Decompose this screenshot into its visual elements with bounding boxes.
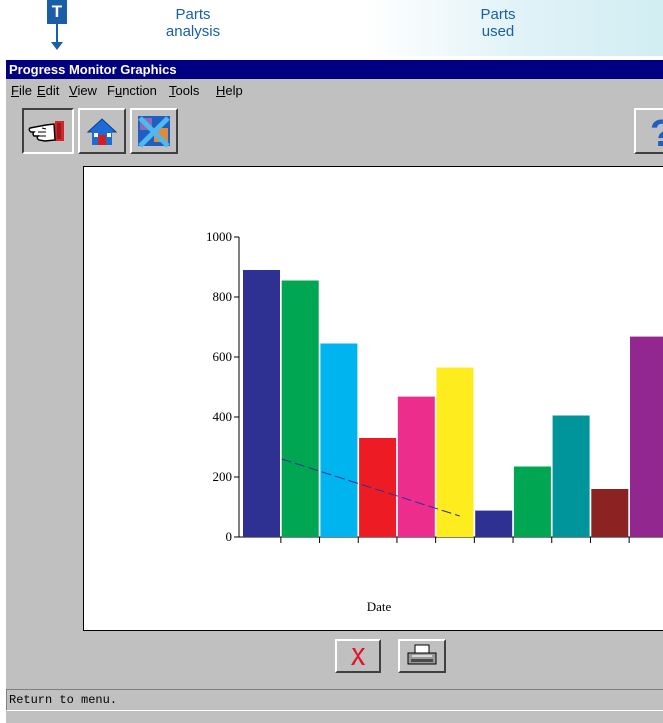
pointing-hand-icon xyxy=(28,121,64,142)
annotation-parts-analysis-line-2: analysis xyxy=(165,23,221,40)
disabled-function-button[interactable] xyxy=(130,108,178,154)
chart-bar xyxy=(591,489,629,537)
annotation-parts-used-line-1: Parts xyxy=(480,6,516,23)
home-button[interactable] xyxy=(78,108,126,154)
menu-edit-rest: dit xyxy=(45,83,60,98)
chart-bar xyxy=(243,270,280,537)
status-bar: Return to menu. xyxy=(6,689,663,711)
menu-file[interactable]: File xyxy=(11,81,32,101)
print-button[interactable] xyxy=(398,639,446,673)
menu-function-rest: nction xyxy=(122,83,157,98)
y-tick-label: 1000 xyxy=(206,229,232,244)
y-tick-label: 400 xyxy=(213,409,233,424)
menu-help-rest: elp xyxy=(225,83,243,98)
tool-marker: T xyxy=(47,0,67,24)
down-arrow-icon xyxy=(51,42,63,50)
cancel-x-icon xyxy=(351,648,365,665)
svg-text:?: ? xyxy=(650,113,663,152)
marker-arrow-line xyxy=(56,24,58,44)
menu-bar: File Edit View Function Tools Help xyxy=(6,81,663,101)
menu-view[interactable]: View xyxy=(69,81,97,101)
help-icon: ? xyxy=(650,113,663,152)
chart-bar xyxy=(630,336,663,537)
menu-file-mnemonic: F xyxy=(11,83,19,98)
annotation-parts-analysis-line-1: Parts xyxy=(175,6,211,23)
menu-tools[interactable]: Tools xyxy=(169,81,199,101)
x-axis-label: Date xyxy=(367,599,392,614)
no-function-icon xyxy=(138,116,170,148)
chart-panel: 0 200 400 600 800 1000 Date xyxy=(83,166,663,631)
menu-help[interactable]: Help xyxy=(216,81,243,101)
chart-bar xyxy=(475,510,513,537)
menu-edit-mnemonic: E xyxy=(37,83,46,98)
y-tick-label: 600 xyxy=(213,349,233,364)
chart-bar xyxy=(436,367,474,537)
printer-icon xyxy=(407,644,437,665)
toolbar: ? xyxy=(6,102,663,160)
menu-function-pre: F xyxy=(107,83,115,98)
menu-tools-rest: ools xyxy=(175,83,200,98)
menu-edit[interactable]: Edit xyxy=(37,81,59,101)
help-button[interactable]: ? xyxy=(634,108,663,154)
y-tick-label: 200 xyxy=(213,469,233,484)
cancel-button[interactable] xyxy=(335,639,381,673)
chart-bar xyxy=(281,280,319,537)
window-title: Progress Monitor Graphics xyxy=(6,60,663,79)
menu-return-button[interactable] xyxy=(22,108,74,154)
bar-chart: 0 200 400 600 800 1000 Date xyxy=(206,229,663,614)
menu-file-rest: ile xyxy=(18,83,32,98)
y-tick-label: 0 xyxy=(226,529,233,544)
app-window: Progress Monitor Graphics File Edit View… xyxy=(6,60,663,723)
annotation-parts-analysis: Parts analysis xyxy=(148,6,238,40)
chart-bar xyxy=(552,415,590,537)
chart-bar xyxy=(397,396,435,537)
menu-help-mnemonic: H xyxy=(216,83,226,98)
menu-view-rest: iew xyxy=(77,83,97,98)
menu-function[interactable]: Function xyxy=(107,81,157,101)
chart-bar xyxy=(359,438,397,537)
home-icon xyxy=(86,118,118,145)
annotation-parts-used: Parts used xyxy=(468,6,528,40)
chart-bar xyxy=(320,343,358,537)
annotation-parts-used-line-2: used xyxy=(481,23,515,40)
chart-bar xyxy=(513,466,551,537)
annotation-band xyxy=(0,0,663,56)
y-tick-label: 800 xyxy=(213,289,233,304)
